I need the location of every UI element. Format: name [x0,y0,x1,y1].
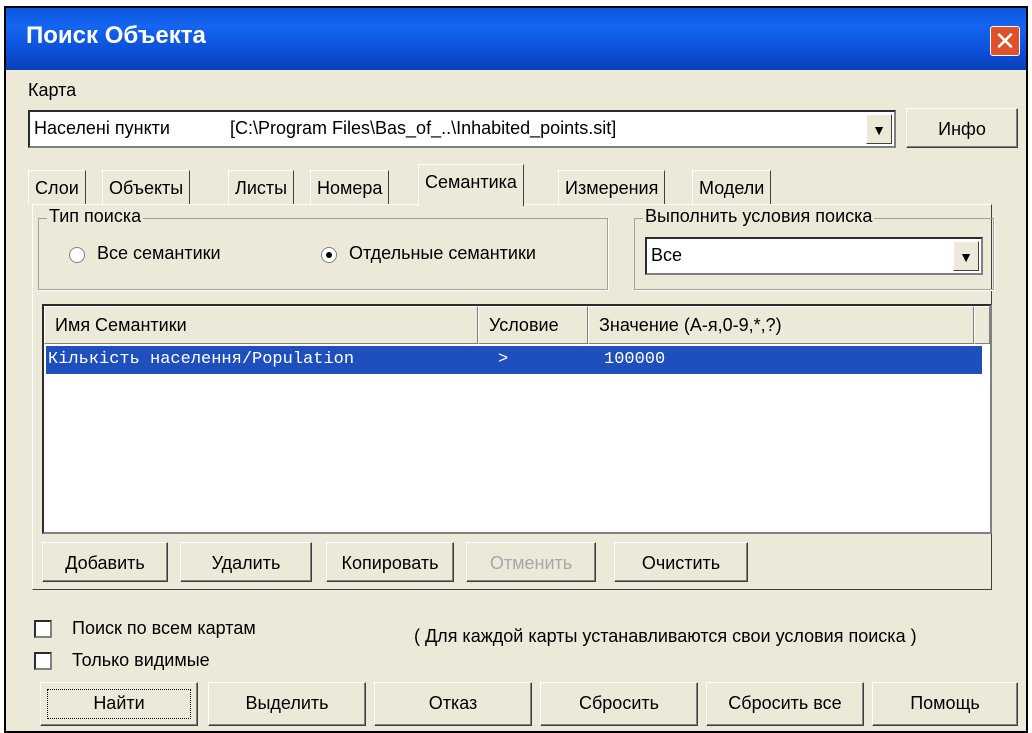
radio-separate-semantics[interactable] [321,247,337,263]
conditions-label: Выполнить условия поиска [643,206,875,227]
table-row[interactable]: Кількість населення/Population > 100000 [46,346,982,374]
clear-button[interactable]: Очистить [614,542,748,582]
map-path: [C:\Program Files\Bas_of_..\Inhabited_po… [230,118,617,138]
row-semantic-name: Кількість населення/Population [48,350,355,369]
copy-button[interactable]: Копировать [326,542,454,582]
delete-button[interactable]: Удалить [180,542,312,582]
title-bar[interactable]: Поиск Объекта ✕ [6,8,1026,70]
radio-separate-semantics-label: Отдельные семантики [349,243,536,263]
column-header-condition[interactable]: Условие [478,306,588,344]
tab-measurements[interactable]: Измерения [558,170,666,204]
tab-semantics[interactable]: Семантика [418,164,524,206]
tab-numbers[interactable]: Номера [310,170,390,204]
map-label: Карта [28,80,77,100]
close-icon[interactable]: ✕ [990,26,1020,56]
row-value: 100000 [604,350,666,369]
semantics-table[interactable]: Имя Семантики Условие Значение (А-я,0-9,… [42,304,992,534]
visible-only-checkbox[interactable] [34,652,52,670]
select-button[interactable]: Выделить [208,682,366,726]
reset-button[interactable]: Сбросить [540,682,698,726]
radio-all-semantics[interactable] [69,247,85,263]
undo-button[interactable]: Отменить [466,542,596,582]
conditions-value: Все [651,245,683,265]
column-header-filler [974,306,990,344]
all-maps-checkbox[interactable] [34,620,52,638]
radio-all-semantics-label: Все семантики [97,243,221,263]
help-button[interactable]: Помощь [872,682,1018,726]
info-button[interactable]: Инфо [906,108,1018,148]
cancel-button[interactable]: Отказ [374,682,532,726]
conditions-group: Выполнить условия поиска Все ▼ [634,206,994,290]
visible-only-label: Только видимые [72,650,210,670]
tab-models[interactable]: Модели [692,170,772,204]
per-map-note: ( Для каждой карты устанавливаются свои … [414,626,917,646]
tab-objects[interactable]: Объекты [102,170,191,204]
tab-sheets[interactable]: Листы [228,170,295,204]
map-select[interactable]: Населені пункти [C:\Program Files\Bas_of… [28,110,896,148]
find-button[interactable]: Найти [40,682,198,726]
add-button[interactable]: Добавить [42,542,168,582]
window-title: Поиск Объекта [26,22,206,49]
reset-all-button[interactable]: Сбросить все [706,682,864,726]
column-header-name[interactable]: Имя Семантики [44,306,478,344]
search-type-group: Тип поиска Все семантики Отдельные семан… [38,206,608,290]
all-maps-label: Поиск по всем картам [72,618,256,638]
row-condition: > [498,350,509,369]
map-name: Населені пункти [34,118,170,138]
conditions-select[interactable]: Все ▼ [645,237,983,275]
column-header-value[interactable]: Значение (А-я,0-9,*,?) [588,306,974,344]
search-object-dialog: Поиск Объекта ✕ Карта Населені пункти [C… [4,6,1028,733]
chevron-down-icon[interactable]: ▼ [866,114,892,144]
tab-layers[interactable]: Слои [28,170,86,204]
chevron-down-icon[interactable]: ▼ [953,241,979,271]
search-type-label: Тип поиска [47,206,144,227]
